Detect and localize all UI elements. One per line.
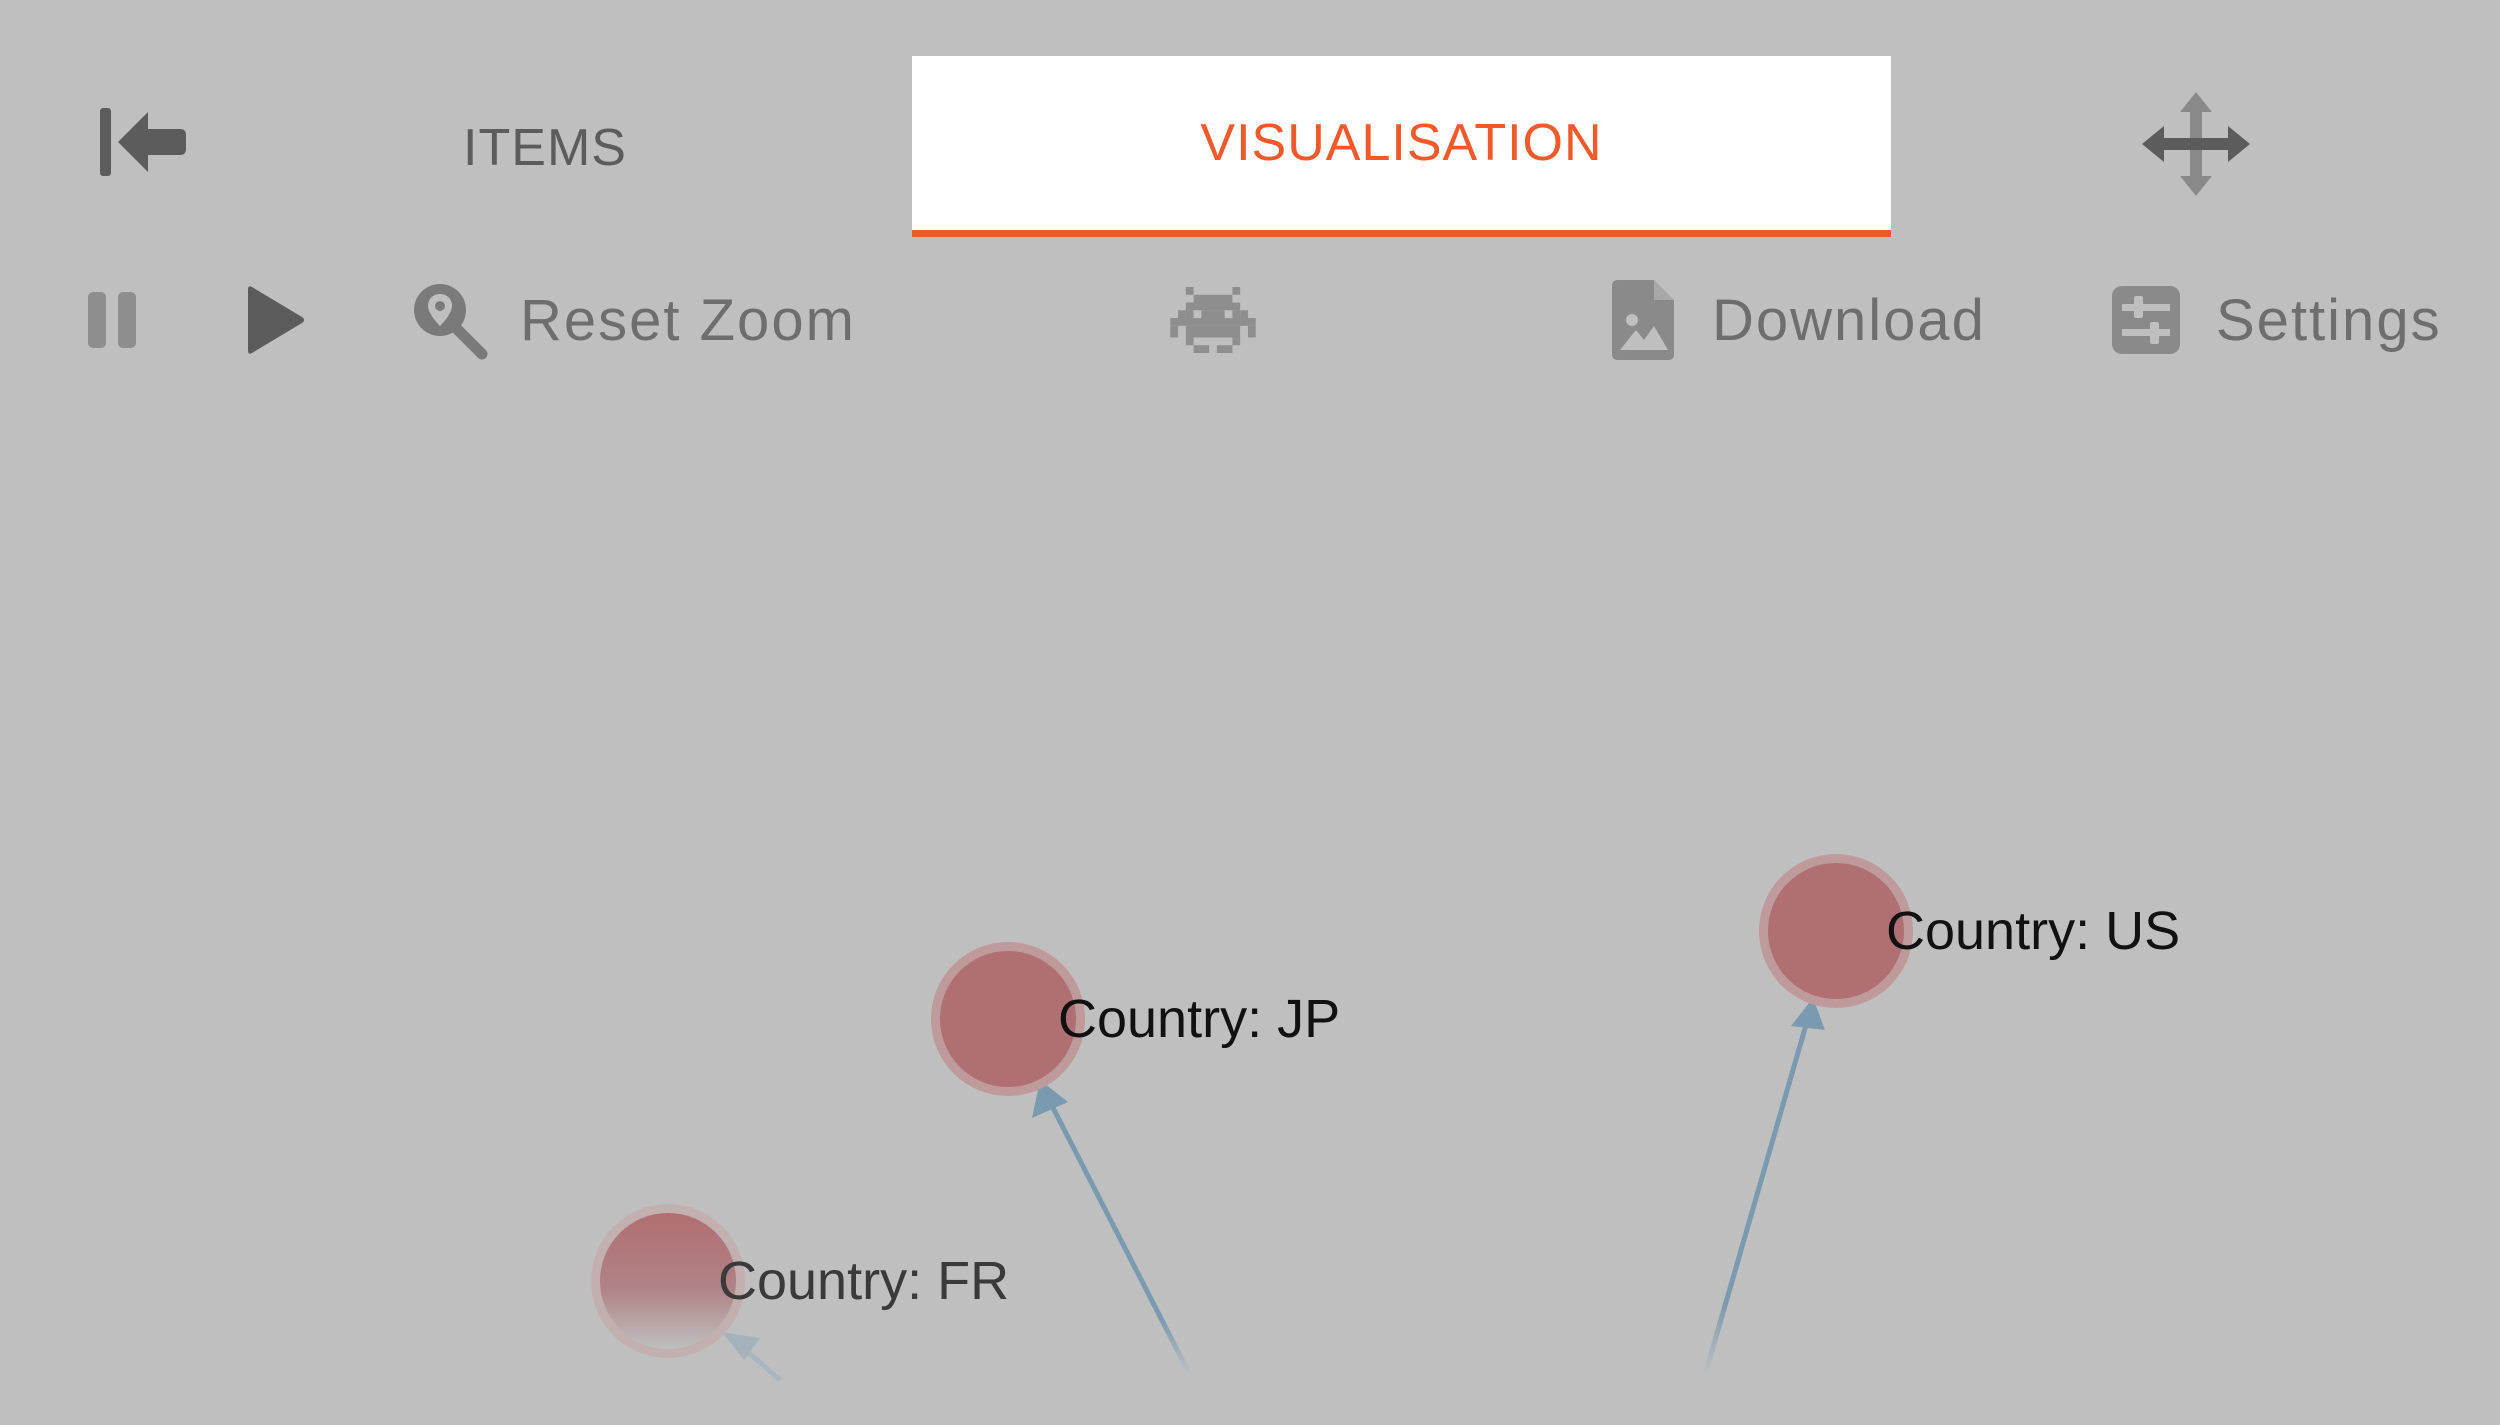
map-marker-magnifier-icon	[414, 284, 488, 360]
node-label-jp: Country: JP	[1058, 989, 1341, 1049]
collapse-panel-button[interactable]	[96, 100, 190, 184]
app-root: ITEMS VISUALISATION Reset Zoom Download …	[0, 0, 2500, 1425]
reset-zoom-label: Reset Zoom	[520, 287, 856, 353]
arrow-left-to-bar-icon	[100, 108, 186, 176]
tab-items-label: ITEMS	[463, 119, 627, 177]
download-button[interactable]: Download	[1612, 280, 1986, 360]
node-label-fr: Country: FR	[718, 1251, 1010, 1311]
settings-button[interactable]: Settings	[2112, 280, 2442, 360]
arrows-move-icon	[2142, 92, 2250, 196]
space-invader-icon	[1170, 287, 1256, 353]
graph-toolbar: Reset Zoom Download Settings	[0, 250, 2500, 390]
tab-bar: ITEMS VISUALISATION	[0, 0, 2500, 240]
graph-edge	[1045, 1096, 1193, 1377]
node-label-us: Country: US	[1886, 901, 2181, 961]
download-label: Download	[1712, 287, 1986, 353]
reset-zoom-button[interactable]: Reset Zoom	[410, 280, 856, 360]
graph-canvas[interactable]: Country: JP Country: US Country: FR	[0, 390, 2500, 1425]
sliders-icon	[2112, 286, 2180, 354]
graph-edge	[1702, 1017, 1811, 1376]
pause-button[interactable]	[86, 280, 140, 360]
tab-visualisation-label: VISUALISATION	[1200, 114, 1603, 172]
settings-label: Settings	[2216, 287, 2442, 353]
image-file-icon	[1612, 280, 1674, 360]
play-button[interactable]	[244, 280, 306, 360]
move-panel-button[interactable]	[2142, 92, 2250, 196]
pause-icon	[88, 292, 136, 348]
tab-visualisation[interactable]: VISUALISATION	[912, 56, 1891, 237]
play-icon	[248, 286, 304, 354]
tab-items[interactable]: ITEMS	[330, 56, 760, 240]
debug-button[interactable]	[1170, 280, 1256, 360]
